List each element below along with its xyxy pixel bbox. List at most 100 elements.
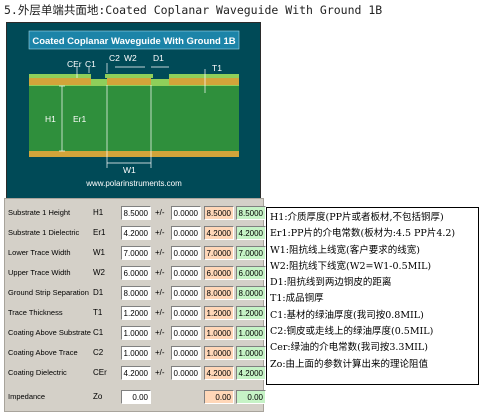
param-max-field[interactable]: 7.0000 — [236, 246, 266, 260]
note-line: W2:阻抗线下线宽(W2=W1-0.5MIL) — [270, 260, 432, 272]
param-min-field[interactable]: 8.5000 — [204, 206, 234, 220]
diagram-url: www.polarinstruments.com — [85, 179, 182, 188]
param-label: Lower Trace Width — [8, 248, 71, 257]
param-tolerance-field[interactable]: 0.0000 — [171, 326, 201, 340]
param-tolerance-field[interactable]: 0.0000 — [171, 246, 201, 260]
param-label: Upper Trace Width — [8, 268, 71, 277]
param-symbol: D1 — [93, 288, 104, 297]
label-er1: Er1 — [73, 114, 87, 124]
note-line: W1:阻抗线上线宽(客户要求的线宽) — [270, 244, 420, 256]
note-line: Zo:由上面的参数计算出来的理论阻值 — [270, 358, 429, 370]
structure-diagram: Coated Coplanar Waveguide With Ground 1B — [6, 22, 261, 199]
param-label: Trace Thickness — [8, 308, 63, 317]
param-value-field[interactable]: 1.0000 — [121, 346, 151, 360]
param-label: Ground Strip Separation — [8, 288, 89, 297]
note-line: D1:阻抗线到两边铜皮的距离 — [270, 277, 392, 289]
label-d1: D1 — [153, 53, 164, 63]
param-min-field[interactable]: 4.2000 — [204, 366, 234, 380]
param-min-field[interactable]: 1.0000 — [204, 326, 234, 340]
param-row-d1: Ground Strip Separation D1 8.0000 +/- 0.0000… — [5, 285, 266, 303]
param-symbol: T1 — [93, 308, 103, 317]
note-line: Er1:PP片的介电常数(板材为:4.5 PP片4.2) — [270, 228, 456, 240]
param-label: Coating Above Substrate — [8, 328, 91, 337]
param-row-w1: Lower Trace Width W1 7.0000 +/- 0.0000 7.0000… — [5, 245, 266, 263]
param-max-field[interactable]: 8.0000 — [236, 286, 266, 300]
param-value-field[interactable]: 1.2000 — [121, 306, 151, 320]
param-symbol: CEr — [93, 368, 107, 377]
param-tolerance-field[interactable]: 0.0000 — [171, 366, 201, 380]
label-t1: T1 — [212, 63, 222, 73]
param-row-t1: Trace Thickness T1 1.2000 +/- 0.0000 1.2000 1.… — [5, 305, 266, 323]
param-min-field[interactable]: 1.0000 — [204, 346, 234, 360]
note-line: T1:成品铜厚 — [270, 293, 324, 305]
param-value-field[interactable]: 4.2000 — [121, 366, 151, 380]
param-label: Coating Dielectric — [8, 368, 67, 377]
param-min-field[interactable]: 6.0000 — [204, 266, 234, 280]
label-h1: H1 — [45, 114, 56, 124]
param-max-field[interactable]: 4.2000 — [236, 226, 266, 240]
param-label: Coating Above Trace — [8, 348, 78, 357]
param-max-field[interactable]: 4.2000 — [236, 366, 266, 380]
label-cer: CEr — [67, 59, 82, 69]
param-tolerance-field[interactable]: 0.0000 — [171, 286, 201, 300]
param-row-w2: Upper Trace Width W2 6.0000 +/- 0.0000 6.0000… — [5, 265, 266, 283]
param-max-field[interactable]: 8.5000 — [236, 206, 266, 220]
param-symbol: C1 — [93, 328, 104, 337]
note-line: Cer:绿油的介电常数(我司按3.3MIL) — [270, 342, 428, 354]
param-min-field[interactable]: 4.2000 — [204, 226, 234, 240]
param-tolerance-field[interactable]: 0.0000 — [171, 306, 201, 320]
param-tolerance-field[interactable]: 0.0000 — [171, 346, 201, 360]
impedance-symbol: Zo — [93, 392, 103, 401]
param-symbol: W2 — [93, 268, 105, 277]
param-value-field[interactable]: 8.5000 — [121, 206, 151, 220]
note-line: H1:介质厚度(PP片或者板材,不包括铜厚) — [270, 212, 444, 223]
param-symbol: C2 — [93, 348, 104, 357]
param-min-field[interactable]: 1.2000 — [204, 306, 234, 320]
note-line: C1:基材的绿油厚度(我司按0.8MIL) — [270, 309, 424, 321]
plus-minus-label: +/- — [155, 288, 165, 297]
note-line: C2:铜皮或走线上的绿油厚度(0.5MIL) — [270, 326, 434, 338]
param-value-field[interactable]: 8.0000 — [121, 286, 151, 300]
impedance-min-field[interactable]: 0.00 — [204, 390, 234, 404]
param-row-er1: Substrate 1 Dielectric Er1 4.2000 +/- 0.0000… — [5, 225, 266, 243]
param-label: Substrate 1 Dielectric — [8, 228, 80, 237]
plus-minus-label: +/- — [155, 208, 165, 217]
param-row-c2: Coating Above Trace C2 1.0000 +/- 0.0000 1.00… — [5, 345, 266, 363]
impedance-label: Impedance — [8, 392, 46, 401]
plus-minus-label: +/- — [155, 308, 165, 317]
label-w1: W1 — [123, 165, 136, 175]
label-w2: W2 — [124, 53, 137, 63]
param-symbol: Er1 — [93, 228, 106, 237]
cross-section-figure: Coated Coplanar Waveguide With Ground 1B — [28, 30, 240, 188]
plus-minus-label: +/- — [155, 228, 165, 237]
param-min-field[interactable]: 8.0000 — [204, 286, 234, 300]
label-c2: C2 — [109, 53, 120, 63]
plus-minus-label: +/- — [155, 348, 165, 357]
impedance-value-field[interactable]: 0.00 — [121, 390, 151, 404]
plus-minus-label: +/- — [155, 328, 165, 337]
param-row-cer: Coating Dielectric CEr 4.2000 +/- 0.0000 4.20… — [5, 365, 266, 383]
parameter-panel: Substrate 1 Height H1 8.5000 +/- 0.0000 8.500… — [4, 198, 266, 412]
param-min-field[interactable]: 7.0000 — [204, 246, 234, 260]
notes-box: H1:介质厚度(PP片或者板材,不包括铜厚) Er1:PP片的介电常数(板材为:… — [266, 207, 479, 385]
param-max-field[interactable]: 6.0000 — [236, 266, 266, 280]
param-row-h1: Substrate 1 Height H1 8.5000 +/- 0.0000 8.500… — [5, 205, 266, 223]
param-symbol: W1 — [93, 248, 105, 257]
param-value-field[interactable]: 7.0000 — [121, 246, 151, 260]
plus-minus-label: +/- — [155, 268, 165, 277]
param-value-field[interactable]: 4.2000 — [121, 226, 151, 240]
param-tolerance-field[interactable]: 0.0000 — [171, 206, 201, 220]
param-row-c1: Coating Above Substrate C1 1.0000 +/- 0.0000… — [5, 325, 266, 343]
param-tolerance-field[interactable]: 0.0000 — [171, 226, 201, 240]
param-tolerance-field[interactable]: 0.0000 — [171, 266, 201, 280]
param-value-field[interactable]: 6.0000 — [121, 266, 151, 280]
page-heading: 5.外层单端共面地:Coated Coplanar Waveguide With… — [4, 3, 383, 17]
impedance-row: Impedance Zo 0.00 0.00 0.00 — [5, 389, 266, 407]
param-max-field[interactable]: 1.2000 — [236, 306, 266, 320]
param-max-field[interactable]: 1.0000 — [236, 326, 266, 340]
param-value-field[interactable]: 1.0000 — [121, 326, 151, 340]
param-max-field[interactable]: 1.0000 — [236, 346, 266, 360]
label-c1: C1 — [85, 59, 96, 69]
impedance-max-field[interactable]: 0.00 — [236, 390, 266, 404]
plus-minus-label: +/- — [155, 248, 165, 257]
